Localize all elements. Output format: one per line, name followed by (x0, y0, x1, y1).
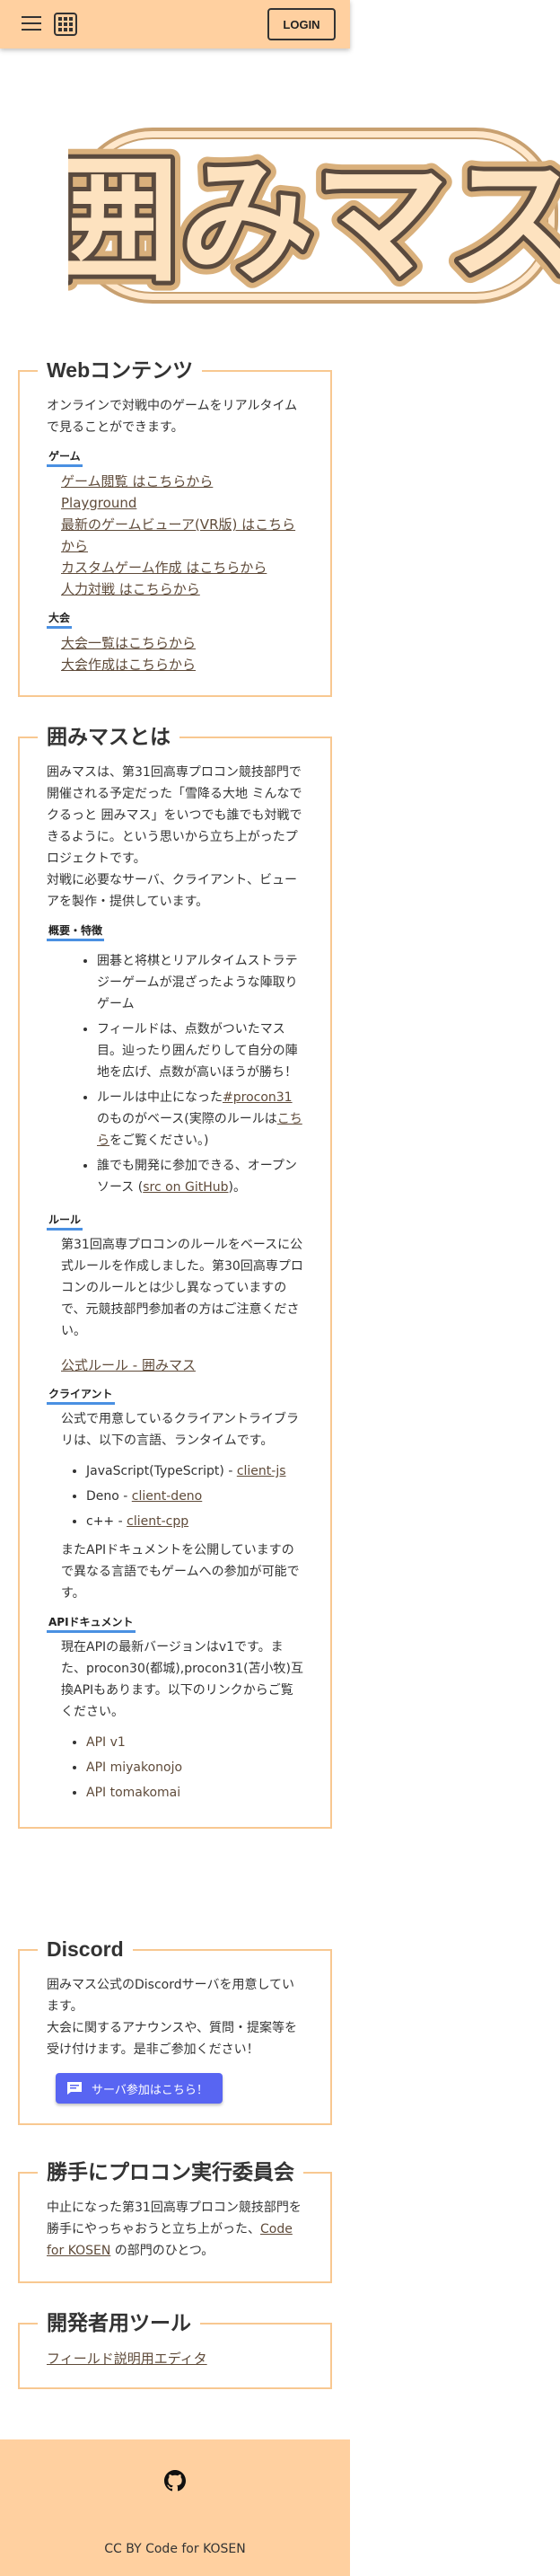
discord-text-1: 囲みマス公式のDiscordサーバを用意しています。 (47, 1978, 295, 2014)
section-title-devtools: 開発者用ツール (38, 2308, 200, 2337)
login-button[interactable]: LOGIN (267, 8, 336, 40)
client-text: 公式で用意しているクライアントライブラリは、以下の言語、ランタイムです。 (61, 1412, 300, 1448)
github-src-link[interactable]: src on GitHub (143, 1180, 228, 1195)
discord-text-2: 大会に関するアナウンスや、質問・提案等を受け付けます。是非ご参加ください！ (47, 2021, 298, 2057)
chat-icon (67, 2082, 82, 2095)
list-item: Deno - client-deno (86, 1486, 303, 1507)
list-item: 誰でも開発に参加できる、オープンソース (src on GitHub)。 (97, 1155, 303, 1198)
committee-text: 中止になった第31回高専プロコン競技部門を勝手にやっちゃおうと立ち上がった、Co… (47, 2197, 303, 2262)
api-block: 現在APIの最新バージョンはv1です。また、procon30(都城),proco… (47, 1636, 303, 1804)
hamburger-menu-icon[interactable] (22, 16, 41, 31)
about-intro-1: 囲みマスは、第31回高専プロコン競技部門で開催される予定だった「雪降る大地 ミん… (47, 765, 302, 866)
custom-game-link[interactable]: カスタムゲーム作成 はこちらから (61, 557, 303, 578)
human-match-link[interactable]: 人力対戦 はこちらから (61, 578, 303, 600)
about-intro-2: 対戦に必要なサーバ、クライアント、ビューアを製作・提供しています。 (47, 873, 298, 909)
tournament-list-link[interactable]: 大会一覧はこちらから (61, 632, 303, 654)
client-block: 公式で用意しているクライアントライブラリは、以下の言語、ランタイムです。 Jav… (47, 1408, 303, 1604)
subheading-tournament: 大会 (47, 611, 73, 629)
tournament-link-list: 大会一覧はこちらから 大会作成はこちらから (47, 632, 303, 675)
official-rules-link[interactable]: 公式ルール - 囲みマス (61, 1354, 303, 1376)
discord-section: Discord 囲みマス公式のDiscordサーバを用意しています。 大会に関す… (18, 1935, 332, 2125)
api-list: API v1 API miyakonojo API tomakomai (61, 1732, 303, 1804)
subheading-rules: ルール (47, 1213, 83, 1231)
api-text: 現在APIの最新バージョンはv1です。また、procon30(都城),proco… (61, 1640, 303, 1719)
web-contents-section: Webコンテンツ オンラインで対戦中のゲームをリアルタイムで見ることができます。… (18, 356, 332, 697)
subheading-game: ゲーム (47, 449, 83, 467)
app-header: LOGIN (0, 0, 350, 49)
footer-credit: CC BY Code for KOSEN (104, 2542, 246, 2556)
list-item: JavaScript(TypeScript) - client-js (86, 1460, 303, 1482)
client-name: JavaScript(TypeScript) - (86, 1464, 237, 1478)
devtools-section: 開発者用ツール フィールド説明用エディタ (18, 2308, 332, 2389)
game-view-link[interactable]: ゲーム閲覧 はこちらから (61, 471, 303, 492)
list-item: API tomakomai (86, 1782, 303, 1804)
section-title-about: 囲みマスとは (38, 722, 179, 751)
field-editor-link[interactable]: フィールド説明用エディタ (47, 2351, 207, 2367)
list-item: c++ - client-cpp (86, 1511, 303, 1532)
committee-text-post: の部門のひとつ。 (110, 2244, 214, 2258)
client-cpp-link[interactable]: client-cpp (127, 1514, 188, 1529)
feature-text: をご覧ください。) (109, 1134, 209, 1148)
procon31-link[interactable]: #procon31 (223, 1090, 293, 1105)
discord-join-button[interactable]: サーバ参加はこちら！ (56, 2073, 223, 2104)
section-title-discord: Discord (38, 1935, 133, 1963)
subheading-overview: 概要・特徴 (47, 923, 105, 941)
list-item: フィールドは、点数がついたマス目。辿ったり囲んだりして自分の陣地を広げ、点数が高… (97, 1019, 303, 1083)
list-item: ルールは中止になった#procon31のものがベース(実際のルールはこちらをご覧… (97, 1087, 303, 1151)
section-title-web: Webコンテンツ (38, 356, 203, 384)
section-title-committee: 勝手にプロコン実行委員会 (38, 2157, 303, 2186)
feature-list: 囲碁と将棋とリアルタイムストラテジーゲームが混ざったような陣取りゲーム フィール… (47, 950, 303, 1198)
rules-text: 第31回高専プロコンのルールをベースに公式ルールを作成しました。第30回高専プロ… (61, 1238, 303, 1338)
playground-link[interactable]: Playground (61, 492, 303, 514)
about-section: 囲みマスとは 囲みマスは、第31回高専プロコン競技部門で開催される予定だった「雪… (18, 722, 332, 1829)
committee-section: 勝手にプロコン実行委員会 中止になった第31回高専プロコン競技部門を勝手にやっち… (18, 2157, 332, 2283)
list-item: API miyakonojo (86, 1757, 303, 1778)
api-tomakomai-link[interactable]: API tomakomai (86, 1786, 180, 1800)
client-note: またAPIドキュメントを公開していますので異なる言語でもゲームへの参加が可能です… (61, 1543, 300, 1601)
client-name: c++ - (86, 1514, 127, 1529)
kakomimasu-logo: 囲みマス 囲みマス (68, 128, 560, 305)
discord-join-label: サーバ参加はこちら！ (92, 2083, 208, 2097)
subheading-client: クライアント (47, 1387, 115, 1405)
api-v1-link[interactable]: API v1 (86, 1735, 126, 1750)
subheading-api: APIドキュメント (47, 1615, 136, 1633)
list-item: API v1 (86, 1732, 303, 1753)
client-deno-link[interactable]: client-deno (132, 1489, 202, 1504)
list-item: 囲碁と将棋とリアルタイムストラテジーゲームが混ざったような陣取りゲーム (97, 950, 303, 1015)
game-link-list: ゲーム閲覧 はこちらから Playground 最新のゲームビューア(VR版) … (47, 471, 303, 600)
web-description: オンラインで対戦中のゲームをリアルタイムで見ることができます。 (47, 399, 298, 435)
rules-block: 第31回高専プロコンのルールをベースに公式ルールを作成しました。第30回高専プロ… (47, 1234, 303, 1376)
tournament-create-link[interactable]: 大会作成はこちらから (61, 654, 303, 675)
page-footer: CC BY Code for KOSEN (0, 2439, 350, 2576)
api-miyakonojo-link[interactable]: API miyakonojo (86, 1760, 182, 1775)
vr-viewer-link[interactable]: 最新のゲームビューア(VR版) はこちらから (61, 514, 303, 557)
client-list: JavaScript(TypeScript) - client-js Deno … (61, 1460, 303, 1532)
apps-grid-icon[interactable] (54, 13, 77, 36)
feature-text: )。 (228, 1180, 246, 1195)
feature-text: ルールは中止になった (97, 1090, 223, 1105)
svg-text:囲みマス: 囲みマス (68, 144, 560, 300)
feature-text: のものがベース(実際のルールは (97, 1112, 277, 1126)
github-icon[interactable] (164, 2470, 186, 2492)
client-js-link[interactable]: client-js (237, 1464, 286, 1478)
client-name: Deno - (86, 1489, 132, 1504)
